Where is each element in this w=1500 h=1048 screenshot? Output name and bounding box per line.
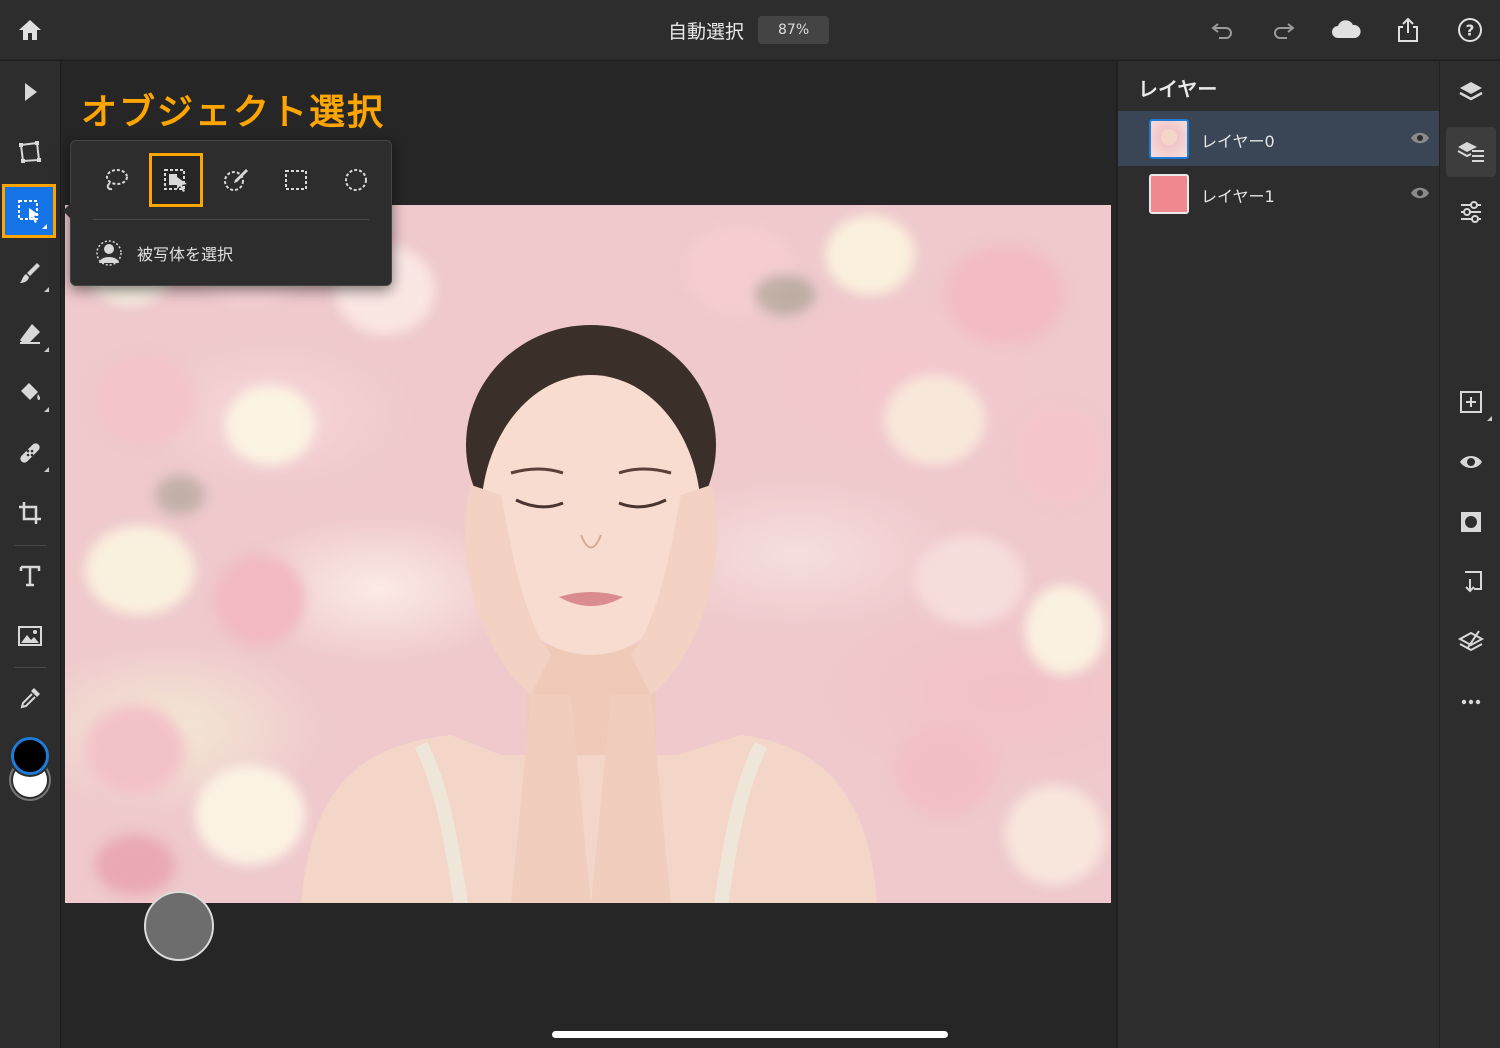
layer-row-1[interactable]: レイヤー1 — [1118, 166, 1440, 221]
floating-action-button[interactable] — [144, 891, 214, 961]
type-tool-icon[interactable] — [5, 551, 55, 601]
selection-tools-popover: 被写体を選択 — [63, 140, 392, 286]
adjustments-icon[interactable] — [1446, 187, 1496, 237]
move-tool-icon[interactable] — [5, 67, 55, 117]
selection-tool-icon[interactable] — [2, 184, 56, 238]
app-root: 自動選択 87% ? オブジェクト選択 被写体を選択 レイヤー レイヤー0 レイ… — [0, 0, 1500, 1048]
healing-tool-icon[interactable] — [5, 428, 55, 478]
submenu-indicator-icon — [42, 224, 47, 229]
home-icon[interactable] — [14, 14, 46, 46]
eyedropper-tool-icon[interactable] — [5, 673, 55, 723]
share-icon[interactable] — [1392, 14, 1424, 46]
popover-arrow — [63, 203, 71, 219]
select-subject-button[interactable]: 被写体を選択 — [95, 239, 233, 267]
layer-thumbnail — [1149, 174, 1189, 214]
redo-icon[interactable] — [1268, 14, 1300, 46]
top-bar: 自動選択 87% ? — [0, 0, 1500, 60]
submenu-indicator-icon — [44, 407, 49, 412]
toolbar-divider — [14, 667, 46, 668]
toolbar-divider — [14, 545, 46, 546]
clipping-mask-icon[interactable] — [1446, 557, 1496, 607]
title-group: 自動選択 87% — [668, 14, 830, 46]
home-indicator — [552, 1031, 948, 1038]
brush-tool-icon[interactable] — [5, 248, 55, 298]
layer-name: レイヤー1 — [1201, 187, 1275, 206]
transform-tool-icon[interactable] — [5, 127, 55, 177]
rect-marquee-icon[interactable] — [269, 153, 323, 207]
select-subject-icon — [96, 240, 122, 266]
submenu-indicator-icon — [44, 287, 49, 292]
foreground-color-swatch[interactable] — [11, 737, 49, 775]
submenu-indicator-icon — [44, 347, 49, 352]
canvas-image[interactable] — [65, 205, 1111, 903]
layer-row-0[interactable]: レイヤー0 — [1118, 111, 1440, 166]
visibility-eye-icon[interactable] — [1410, 183, 1430, 207]
submenu-indicator-icon — [1487, 416, 1492, 421]
quick-select-icon[interactable] — [209, 153, 263, 207]
select-subject-label: 被写体を選択 — [137, 245, 234, 264]
crop-tool-icon[interactable] — [5, 488, 55, 538]
popover-divider — [93, 219, 369, 220]
eraser-tool-icon[interactable] — [5, 308, 55, 358]
right-icon-strip — [1439, 61, 1500, 1048]
mask-icon[interactable] — [1446, 497, 1496, 547]
layer-thumbnail — [1149, 119, 1189, 159]
submenu-indicator-icon — [44, 467, 49, 472]
layers-panel: レイヤー レイヤー0 レイヤー1 — [1117, 61, 1440, 1048]
lasso-icon[interactable] — [89, 153, 143, 207]
fill-tool-icon[interactable] — [5, 368, 55, 418]
add-layer-icon[interactable] — [1446, 377, 1496, 427]
layer-name: レイヤー0 — [1201, 132, 1275, 151]
merge-layers-icon[interactable] — [1446, 617, 1496, 667]
annotation-label: オブジェクト選択 — [81, 92, 386, 133]
left-toolbar — [0, 61, 60, 1048]
visibility-icon[interactable] — [1446, 437, 1496, 487]
layer-properties-icon[interactable] — [1446, 127, 1496, 177]
svg-text:?: ? — [1466, 22, 1475, 40]
zoom-level[interactable]: 87% — [758, 16, 830, 44]
cloud-icon[interactable] — [1330, 14, 1362, 46]
document-title[interactable]: 自動選択 — [668, 17, 744, 44]
visibility-eye-icon[interactable] — [1410, 128, 1430, 152]
help-icon[interactable]: ? — [1454, 14, 1486, 46]
top-right-icons: ? — [1206, 14, 1486, 46]
ellipse-marquee-icon[interactable] — [329, 153, 383, 207]
layers-title: レイヤー — [1138, 77, 1218, 101]
object-select-icon[interactable] — [149, 153, 203, 207]
undo-icon[interactable] — [1206, 14, 1238, 46]
selection-options — [89, 153, 383, 207]
place-image-icon[interactable] — [5, 611, 55, 661]
layers-stack-icon[interactable] — [1446, 67, 1496, 117]
person-subject — [301, 325, 877, 903]
more-options-icon[interactable] — [1446, 677, 1496, 727]
